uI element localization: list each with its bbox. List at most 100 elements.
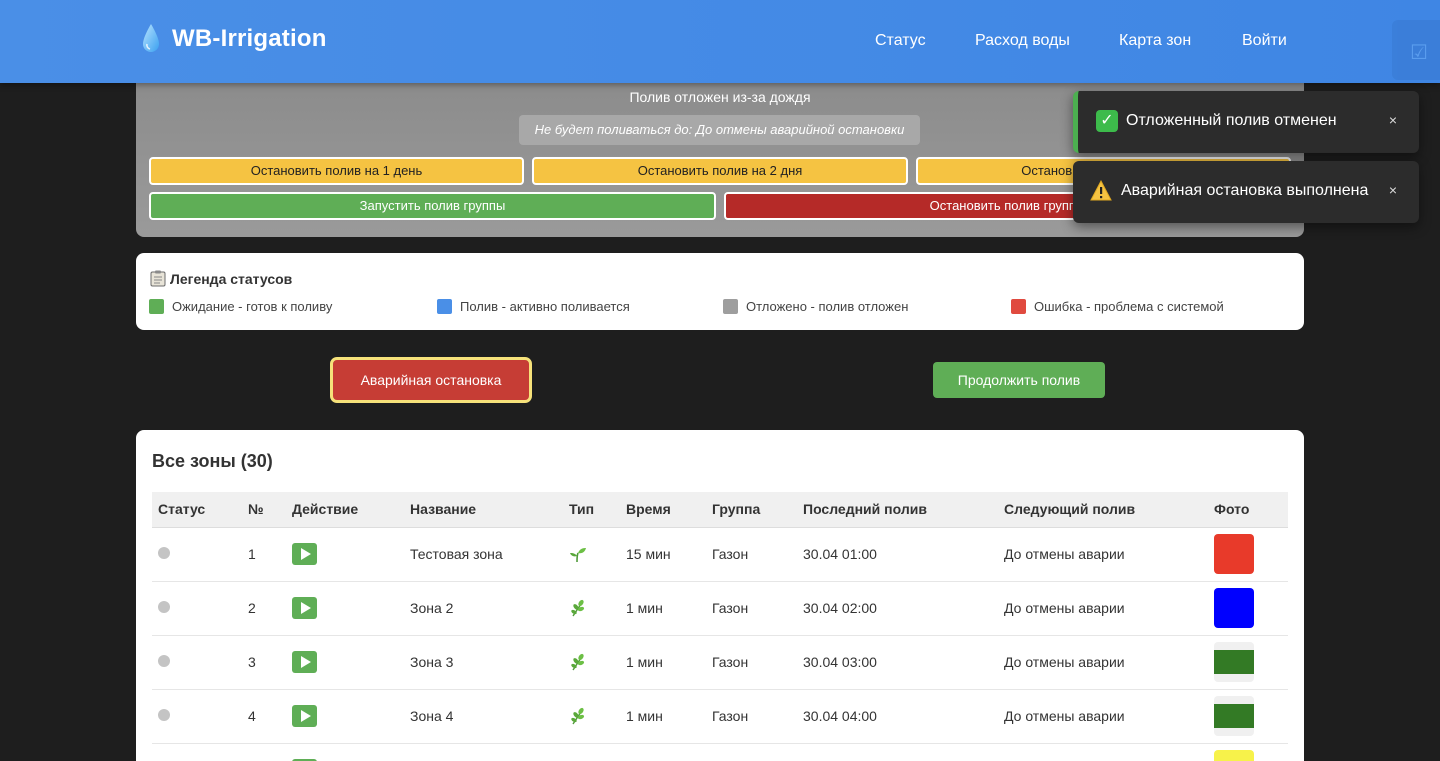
herb-icon bbox=[571, 600, 585, 617]
zone-name[interactable]: Зона 2 bbox=[404, 581, 563, 636]
zone-name[interactable]: Зона 3 bbox=[404, 635, 563, 690]
stop-1-day-button[interactable]: Остановить полив на 1 день bbox=[149, 157, 524, 185]
zone-next-watering: До отмены аварии bbox=[998, 581, 1208, 636]
zone-time: 1 мин bbox=[620, 581, 706, 636]
zone-group: Газон bbox=[706, 689, 797, 744]
zone-name[interactable]: Зона 4 bbox=[404, 689, 563, 744]
zone-group: Газон bbox=[706, 527, 797, 582]
brand-title: WB-Irrigation bbox=[172, 25, 327, 52]
status-dot bbox=[158, 709, 170, 721]
legend-title: Легенда статусов bbox=[150, 270, 292, 287]
legend-item-postponed: Отложено - полив отложен bbox=[723, 299, 908, 314]
col-next-watering[interactable]: Следующий полив bbox=[998, 492, 1208, 528]
zone-last-watering: 30.04 04:00 bbox=[797, 689, 998, 744]
zone-group bbox=[706, 743, 797, 761]
play-button[interactable] bbox=[292, 705, 317, 727]
table-header-row: Статус № Действие Название Тип Время Гру… bbox=[152, 492, 1288, 528]
zone-name[interactable] bbox=[404, 743, 563, 761]
top-navbar: WB-Irrigation Статус Расход воды Карта з… bbox=[0, 0, 1440, 83]
legend-item-error: Ошибка - проблема с системой bbox=[1011, 299, 1224, 314]
zone-group: Газон bbox=[706, 635, 797, 690]
zones-card: Все зоны (30) Статус № Действие Название… bbox=[136, 430, 1304, 761]
col-group[interactable]: Группа bbox=[706, 492, 797, 528]
zone-next-watering: До отмены аварии bbox=[998, 527, 1208, 582]
zone-last-watering: 30.04 03:00 bbox=[797, 635, 998, 690]
zone-group: Газон bbox=[706, 581, 797, 636]
water-drop-icon bbox=[143, 24, 159, 52]
toast-close-button[interactable]: × bbox=[1389, 112, 1397, 128]
zone-number bbox=[242, 743, 286, 761]
zone-photo[interactable] bbox=[1214, 696, 1254, 736]
legend-title-text: Легенда статусов bbox=[170, 270, 293, 287]
legend-label: Отложено - полив отложен bbox=[746, 299, 909, 314]
toast-close-button[interactable]: × bbox=[1389, 182, 1397, 198]
col-status[interactable]: Статус bbox=[152, 492, 242, 528]
col-photo[interactable]: Фото bbox=[1208, 492, 1288, 528]
legend-item-waiting: Ожидание - готов к поливу bbox=[149, 299, 332, 314]
legend-item-watering: Полив - активно поливается bbox=[437, 299, 630, 314]
nav-status[interactable]: Статус bbox=[875, 32, 926, 50]
play-button[interactable] bbox=[292, 597, 317, 619]
toast-warning: Аварийная остановка выполнена × bbox=[1073, 161, 1419, 223]
col-action[interactable]: Действие bbox=[286, 492, 404, 528]
col-type[interactable]: Тип bbox=[563, 492, 620, 528]
toast-message: Отложенный полив отменен bbox=[1126, 112, 1337, 129]
zone-number: 4 bbox=[242, 689, 286, 744]
col-name[interactable]: Название bbox=[404, 492, 563, 528]
zone-time: 1 мин bbox=[620, 689, 706, 744]
corner-widget[interactable]: ☑ bbox=[1392, 20, 1440, 80]
zone-last-watering bbox=[797, 743, 998, 761]
status-dot bbox=[158, 601, 170, 613]
table-row: 1 Тестовая зона 15 мин Газон 30.04 01:00… bbox=[152, 527, 1288, 582]
zone-time: 1 мин bbox=[620, 635, 706, 690]
zone-next-watering: До отмены аварии bbox=[998, 635, 1208, 690]
legend-label: Полив - активно поливается bbox=[460, 299, 630, 314]
nav-login[interactable]: Войти bbox=[1242, 32, 1287, 50]
resume-watering-button[interactable]: Продолжить полив bbox=[933, 362, 1105, 398]
legend-swatch bbox=[723, 299, 738, 314]
check-square-icon: ☑ bbox=[1410, 42, 1428, 64]
status-dot bbox=[158, 655, 170, 667]
zone-next-watering: До отмены аварии bbox=[998, 689, 1208, 744]
zone-name[interactable]: Тестовая зона bbox=[404, 527, 563, 582]
status-legend: Легенда статусов Ожидание - готов к поли… bbox=[136, 253, 1304, 330]
status-dot bbox=[158, 547, 170, 559]
zone-photo[interactable] bbox=[1214, 750, 1254, 761]
table-row: 3 Зона 3 1 мин Газон 30.04 03:00 До отме… bbox=[152, 635, 1288, 690]
nav-zone-map[interactable]: Карта зон bbox=[1119, 32, 1191, 50]
table-row: 4 Зона 4 1 мин Газон 30.04 04:00 До отме… bbox=[152, 689, 1288, 744]
legend-swatch bbox=[149, 299, 164, 314]
zone-photo[interactable] bbox=[1214, 642, 1254, 682]
legend-swatch bbox=[437, 299, 452, 314]
legend-label: Ожидание - готов к поливу bbox=[172, 299, 333, 314]
zones-table: Статус № Действие Название Тип Время Гру… bbox=[152, 492, 1288, 761]
col-last-watering[interactable]: Последний полив bbox=[797, 492, 998, 528]
zone-number: 1 bbox=[242, 527, 286, 582]
postpone-until-label: Не будет поливаться до: До отмены аварий… bbox=[519, 115, 920, 145]
zone-photo[interactable] bbox=[1214, 588, 1254, 628]
table-row: 2 Зона 2 1 мин Газон 30.04 02:00 До отме… bbox=[152, 581, 1288, 636]
zone-photo[interactable] bbox=[1214, 534, 1254, 574]
play-button[interactable] bbox=[292, 543, 317, 565]
table-row bbox=[152, 743, 1288, 761]
nav-water-usage[interactable]: Расход воды bbox=[975, 32, 1070, 50]
seedling-icon bbox=[570, 548, 586, 563]
zone-time bbox=[620, 743, 706, 761]
clipboard-icon bbox=[150, 270, 166, 287]
emergency-stop-button[interactable]: Аварийная остановка bbox=[330, 357, 532, 403]
brand[interactable]: WB-Irrigation bbox=[140, 22, 327, 56]
start-group-button[interactable]: Запустить полив группы bbox=[149, 192, 716, 220]
herb-icon bbox=[571, 654, 585, 671]
toast-message: Аварийная остановка выполнена bbox=[1121, 182, 1369, 199]
stop-2-days-button[interactable]: Остановить полив на 2 дня bbox=[532, 157, 908, 185]
warning-icon bbox=[1090, 180, 1112, 201]
zone-last-watering: 30.04 02:00 bbox=[797, 581, 998, 636]
legend-label: Ошибка - проблема с системой bbox=[1034, 299, 1224, 314]
col-time[interactable]: Время bbox=[620, 492, 706, 528]
zone-time: 15 мин bbox=[620, 527, 706, 582]
zones-title: Все зоны (30) bbox=[152, 451, 273, 471]
play-button[interactable] bbox=[292, 651, 317, 673]
col-number[interactable]: № bbox=[242, 492, 286, 528]
zone-last-watering: 30.04 01:00 bbox=[797, 527, 998, 582]
herb-icon bbox=[571, 708, 585, 725]
